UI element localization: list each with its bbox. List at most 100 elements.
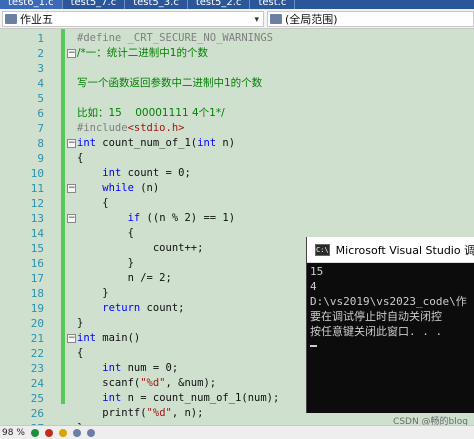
- code-line[interactable]: while (n): [77, 181, 159, 196]
- error-icon[interactable]: [44, 428, 53, 437]
- navigate-back-icon[interactable]: [72, 428, 81, 437]
- code-token: int: [77, 137, 96, 149]
- global-scope-label: (全局范围): [285, 13, 338, 26]
- code-line[interactable]: 写一个函数返回参数中二进制中1的个数: [77, 76, 262, 91]
- fold-toggle-icon[interactable]: −: [67, 49, 76, 58]
- code-line[interactable]: #include<stdio.h>: [77, 121, 184, 136]
- code-line[interactable]: int count_num_of_1(int n): [77, 136, 235, 151]
- code-line[interactable]: int num = 0;: [77, 361, 178, 376]
- code-token: (n): [133, 182, 160, 194]
- code-token: num = 0;: [121, 362, 179, 374]
- console-title: Microsoft Visual Studio 调试: [335, 243, 474, 257]
- code-line[interactable]: {: [77, 151, 83, 166]
- tab-1[interactable]: test5_7.c: [63, 0, 126, 9]
- line-number: 2: [37, 47, 44, 60]
- code-line[interactable]: if ((n % 2) == 1): [77, 211, 235, 226]
- code-line[interactable]: int count = 0;: [77, 166, 191, 181]
- console-title-bar[interactable]: C:\ Microsoft Visual Studio 调试: [307, 237, 474, 263]
- line-number: 6: [37, 107, 44, 120]
- status-bar: 98 %: [0, 425, 474, 439]
- fold-toggle-icon[interactable]: −: [67, 184, 76, 193]
- console-line: 要在调试停止时自动关闭控: [310, 310, 442, 323]
- console-line: D:\vs2019\vs2023_code\作: [310, 295, 467, 308]
- code-line[interactable]: /*一：统计二进制中1的个数: [77, 46, 208, 61]
- code-token: n): [216, 137, 236, 149]
- code-token: count++;: [77, 242, 204, 254]
- code-token: 写一个函数返回参数中二进制中1的个数: [77, 77, 263, 89]
- line-number: 21: [30, 332, 44, 345]
- code-line[interactable]: 比如：15 00001111 4个1*/: [77, 106, 225, 121]
- zoom-level[interactable]: 98 %: [2, 428, 25, 438]
- line-number: 9: [37, 152, 44, 165]
- scope-icon: [270, 14, 282, 24]
- line-number: 15: [30, 242, 44, 255]
- code-line[interactable]: {: [77, 346, 83, 361]
- tab-0[interactable]: test6_1.c: [0, 0, 63, 9]
- code-line[interactable]: printf("%d", n);: [77, 406, 203, 421]
- fold-toggle-icon[interactable]: −: [67, 334, 76, 343]
- code-token: ((n % 2) == 1): [140, 212, 236, 224]
- code-line[interactable]: return count;: [77, 301, 185, 316]
- code-token: scanf(: [77, 377, 141, 389]
- fold-toggle-icon[interactable]: −: [67, 139, 76, 148]
- line-number: 14: [30, 227, 44, 240]
- code-token: n /= 2;: [77, 272, 172, 284]
- code-line[interactable]: int n = count_num_of_1(num);: [77, 391, 279, 406]
- code-line[interactable]: {: [77, 226, 134, 241]
- code-line[interactable]: }: [77, 256, 134, 271]
- console-line: 按任意键关闭此窗口. . .: [310, 325, 443, 338]
- code-token: int: [102, 392, 122, 404]
- code-token: count = 0;: [121, 167, 191, 179]
- global-scope-dropdown[interactable]: (全局范围): [267, 11, 474, 27]
- code-line[interactable]: }: [77, 316, 83, 331]
- line-number-gutter: 1 2 3 4 5 6 7 8 9 10 11 12 13 14 15 16 17 18 19 20 21 22 23 24 2…: [0, 29, 48, 435]
- code-token: "%d": [140, 377, 166, 389]
- line-number: 18: [30, 287, 44, 300]
- code-line[interactable]: n /= 2;: [77, 271, 172, 286]
- code-token: main(): [95, 332, 141, 344]
- code-line[interactable]: #define _CRT_SECURE_NO_WARNINGS: [77, 31, 273, 46]
- debug-console-window[interactable]: C:\ Microsoft Visual Studio 调试 15 4 D:\vs2…: [306, 237, 474, 413]
- code-line[interactable]: }: [77, 286, 109, 301]
- console-output[interactable]: 15 4 D:\vs2019\vs2023_code\作 要在调试停止时自动关闭控 按任…: [307, 263, 474, 347]
- code-token: }: [77, 287, 109, 299]
- warning-icon[interactable]: [58, 428, 67, 437]
- line-number: 7: [37, 122, 44, 135]
- code-token: , n);: [171, 407, 204, 419]
- line-number: 22: [30, 347, 44, 360]
- no-issues-icon[interactable]: [30, 428, 39, 437]
- code-line[interactable]: scanf("%d", &num);: [77, 376, 216, 391]
- line-number: 11: [30, 182, 44, 195]
- line-number: 10: [30, 167, 44, 180]
- code-line[interactable]: {: [77, 196, 108, 211]
- console-line: 15: [310, 265, 324, 278]
- line-number: 3: [37, 62, 44, 75]
- code-token: #define _CRT_SECURE_NO_WARNINGS: [77, 32, 273, 44]
- line-number: 23: [30, 362, 44, 375]
- code-line[interactable]: int main(): [77, 331, 140, 346]
- line-number: 1: [37, 32, 44, 45]
- line-number: 20: [30, 317, 44, 330]
- navigate-forward-icon[interactable]: [86, 428, 95, 437]
- fold-toggle-icon[interactable]: −: [67, 214, 76, 223]
- scope-bar: 作业五 ▾ (全局范围): [0, 9, 474, 29]
- project-scope-dropdown[interactable]: 作业五 ▾: [2, 11, 264, 27]
- code-token: <stdio.h>: [127, 122, 185, 134]
- console-cursor: [310, 345, 317, 347]
- tab-3[interactable]: test5_2.c: [188, 0, 251, 9]
- code-token: count;: [140, 302, 185, 314]
- code-token: int: [102, 362, 122, 374]
- code-token: {: [77, 152, 84, 164]
- code-token: "%d": [146, 407, 172, 419]
- change-tracking-bar: [61, 29, 65, 404]
- code-line[interactable]: count++;: [77, 241, 204, 256]
- tab-2[interactable]: test5_3.c: [125, 0, 188, 9]
- code-token: }: [77, 257, 134, 269]
- code-token: /*: [77, 47, 86, 59]
- code-token: if: [127, 212, 141, 224]
- document-tabs: test6_1.c test5_7.c test5_3.c test5_2.c test…: [0, 0, 474, 9]
- tab-4[interactable]: test.c: [250, 0, 296, 9]
